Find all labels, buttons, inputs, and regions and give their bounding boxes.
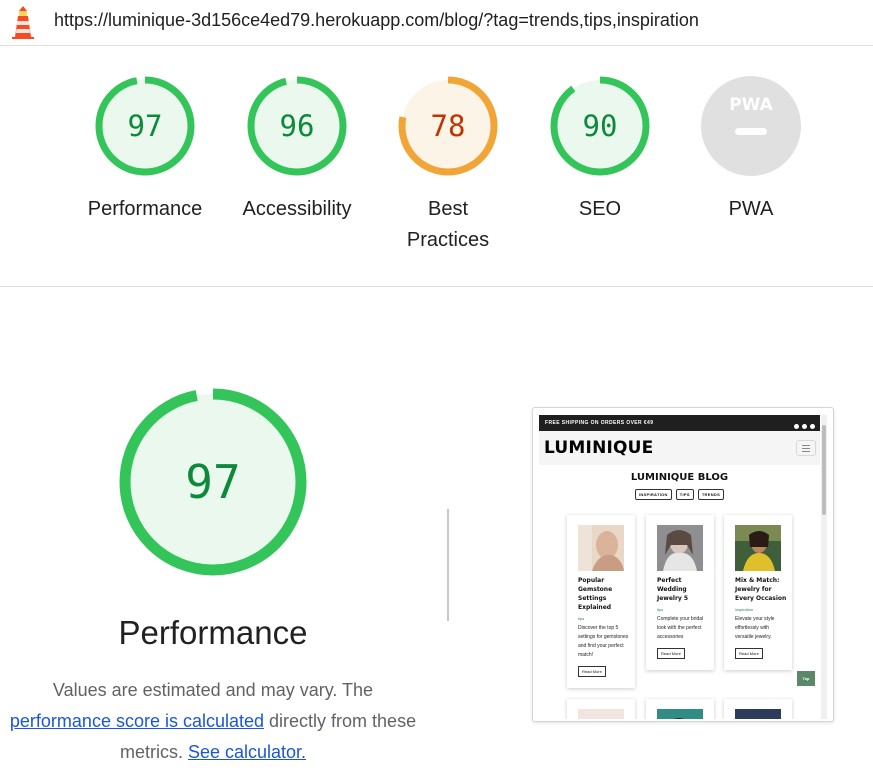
gauge-accessibility-score: 96 <box>279 109 315 143</box>
tag-inspiration: INSPIRATION <box>634 489 672 500</box>
menu-icon <box>796 440 816 456</box>
card-title: Perfect Wedding Jewelry 5 <box>657 577 689 602</box>
tag-list: INSPIRATION TIPS TRENDS <box>539 489 820 500</box>
read-more-button: Read More <box>735 648 763 659</box>
gauge-pwa-label: PWA <box>728 198 774 220</box>
tag-tips: TIPS <box>675 489 694 500</box>
scrollbar-thumb <box>822 425 826 515</box>
card-image <box>657 709 703 719</box>
card-description: Elevate your style effortlessly with ver… <box>735 616 775 640</box>
card-description: Complete your bridal look with the perfe… <box>657 616 704 640</box>
performance-description: Values are estimated and may vary. The p… <box>0 675 426 768</box>
gauge-performance[interactable]: 97 Performance <box>70 76 220 225</box>
gauge-accessibility[interactable]: 96 Accessibility <box>222 76 372 225</box>
blog-card: Perfect Wedding Jewelry 5 tips Complete … <box>646 515 714 670</box>
site-logo: LUMINIQUE <box>544 438 654 458</box>
see-calculator-link[interactable]: See calculator. <box>188 742 306 762</box>
blog-card: Mix & Match: Jewelry for Every Occasion … <box>724 515 792 670</box>
gauge-seo-score: 90 <box>582 109 618 143</box>
blog-card <box>567 699 635 719</box>
gauge-performance-label: Performance <box>87 198 203 220</box>
desc-text-start: Values are estimated and may vary. The <box>52 680 374 700</box>
gauge-seo-label: SEO <box>578 198 622 220</box>
pinterest-icon <box>810 424 815 429</box>
site-header: LUMINIQUE <box>539 431 820 465</box>
screenshot-content: FREE SHIPPING ON ORDERS OVER €49 LUMINIQ… <box>539 415 820 719</box>
gauge-accessibility-label: Accessibility <box>242 198 352 220</box>
read-more-button: Read More <box>657 648 685 659</box>
pwa-icon: PWA <box>701 76 801 176</box>
facebook-icon <box>794 424 799 429</box>
back-to-top-button: Top <box>797 671 815 686</box>
instagram-icon <box>802 424 807 429</box>
gauge-best-practices-score: 78 <box>430 109 466 143</box>
card-image <box>578 709 624 719</box>
screenshot-scrollbar <box>821 415 827 719</box>
card-category: inspiration <box>735 607 754 612</box>
url-text[interactable]: https://luminique-3d156ce4ed79.herokuapp… <box>54 10 699 31</box>
performance-title: Performance <box>118 614 308 651</box>
url-bar: https://luminique-3d156ce4ed79.herokuapp… <box>0 0 873 46</box>
pwa-badge-text: PWA <box>729 95 773 115</box>
card-image <box>657 525 703 571</box>
shipping-bar: FREE SHIPPING ON ORDERS OVER €49 <box>539 415 820 431</box>
gauge-pwa[interactable]: PWA PWA <box>676 76 826 225</box>
blog-card: Popular Gemstone Settings Explained tips… <box>567 515 635 688</box>
card-title: Mix & Match: Jewelry for Every Occasion <box>735 577 787 602</box>
blog-card <box>646 699 714 719</box>
performance-section: 97 Performance Values are estimated and … <box>0 287 873 784</box>
gauge-best-practices[interactable]: 78 Best Practices <box>373 76 523 256</box>
page-screenshot[interactable]: FREE SHIPPING ON ORDERS OVER €49 LUMINIQ… <box>532 407 834 722</box>
blog-card <box>724 699 792 719</box>
tag-trends: TRENDS <box>697 489 725 500</box>
performance-big-gauge: 97 <box>118 387 308 577</box>
gauge-performance-score: 97 <box>127 109 163 143</box>
card-description: Discover the top 5 settings for gemstone… <box>578 625 629 658</box>
gauge-seo[interactable]: 90 SEO <box>525 76 675 225</box>
shipping-text: FREE SHIPPING ON ORDERS OVER €49 <box>545 420 654 426</box>
performance-score-link[interactable]: performance score is calculated <box>10 711 264 731</box>
card-image <box>735 525 781 571</box>
card-image <box>578 525 624 571</box>
blog-title: LUMINIQUE BLOG <box>630 472 729 483</box>
lighthouse-icon <box>12 6 34 39</box>
score-gauges: 97 Performance 96 Accessibility 78 Best … <box>0 46 873 287</box>
card-title: Popular Gemstone Settings Explained <box>578 577 613 611</box>
card-category: tips <box>657 607 664 612</box>
card-image <box>735 709 781 719</box>
read-more-button: Read More <box>578 666 606 677</box>
card-category: tips <box>578 616 585 621</box>
performance-big-score: 97 <box>185 455 241 509</box>
section-divider <box>447 509 449 621</box>
gauge-best-practices-label: Best Practices <box>406 198 490 251</box>
